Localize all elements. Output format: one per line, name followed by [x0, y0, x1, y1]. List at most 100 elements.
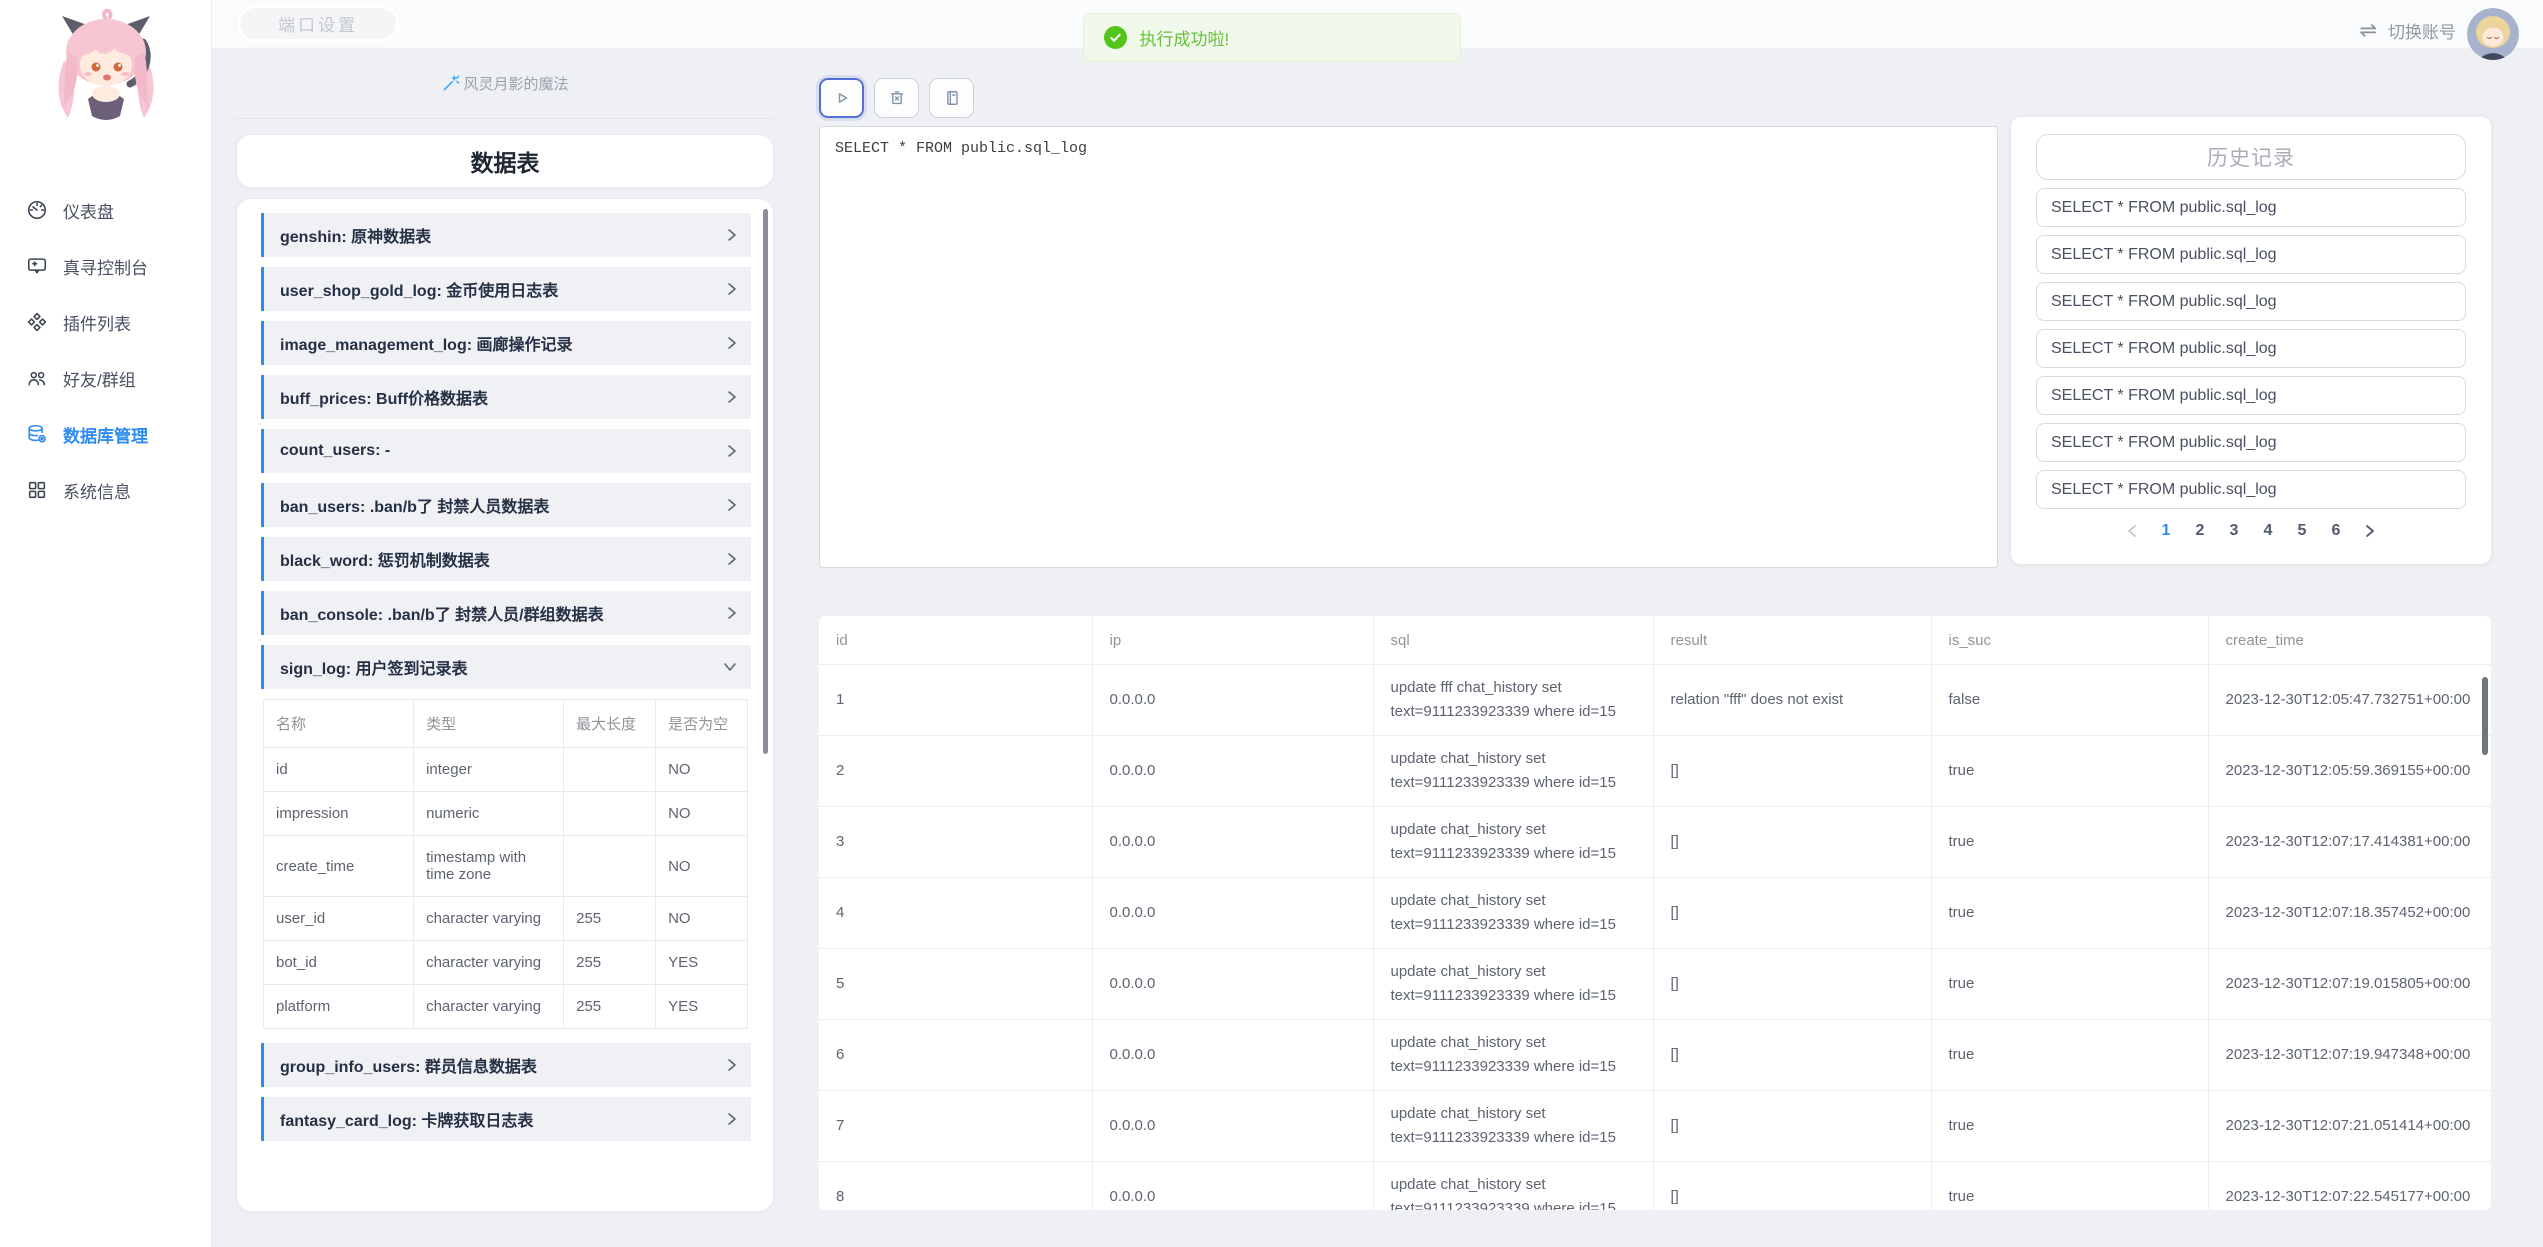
results-row: 2 0.0.0.0 update chat_history set text=9…	[819, 736, 2491, 807]
schema-cell-name: impression	[264, 792, 414, 836]
cell-id: 2	[819, 736, 1092, 807]
cell-is-suc: true	[1931, 736, 2208, 807]
user-avatar[interactable]	[2467, 8, 2519, 60]
table-list-item[interactable]: buff_prices: Buff价格数据表	[261, 375, 751, 419]
sidebar-item-label: 系统信息	[63, 478, 131, 503]
history-item[interactable]: SELECT * FROM public.sql_log	[2036, 470, 2466, 509]
magic-wand-icon	[441, 74, 460, 93]
pagination-page[interactable]: 5	[2285, 522, 2319, 540]
table-item-label: ban_users: .ban/b了 封禁人员数据表	[280, 493, 549, 517]
sidebar-item-friends-groups[interactable]: 好友/群组	[0, 350, 211, 406]
schema-cell-nullable: NO	[656, 836, 748, 897]
sql-editor[interactable]: SELECT * FROM public.sql_log	[819, 126, 1998, 568]
schema-row: create_time timestamp with time zone NO	[264, 836, 748, 897]
cell-id: 1	[819, 665, 1092, 736]
chevron-right-icon	[727, 1112, 737, 1126]
pagination-page[interactable]: 4	[2251, 522, 2285, 540]
history-title: 历史记录	[2207, 142, 2295, 172]
table-item-label: count_users: -	[280, 442, 390, 460]
results-col-id: id	[819, 616, 1092, 665]
results-row: 1 0.0.0.0 update fff chat_history set te…	[819, 665, 2491, 736]
pagination-page[interactable]: 6	[2319, 522, 2353, 540]
cell-is-suc: true	[1931, 949, 2208, 1020]
pagination-pages: 2 3 4 5 6	[2183, 522, 2353, 540]
table-list-item-expanded[interactable]: sign_log: 用户签到记录表	[261, 645, 751, 689]
sidebar-item-label: 数据库管理	[63, 422, 148, 447]
console-screen-icon	[26, 255, 48, 277]
table-list-item[interactable]: ban_users: .ban/b了 封禁人员数据表	[261, 483, 751, 527]
history-item-label: SELECT * FROM public.sql_log	[2051, 387, 2277, 405]
table-item-label: genshin: 原神数据表	[280, 223, 431, 247]
table-list-item[interactable]: black_word: 惩罚机制数据表	[261, 537, 751, 581]
results-col-is-suc: is_suc	[1931, 616, 2208, 665]
chevron-right-icon	[727, 444, 737, 458]
chevron-right-icon	[727, 498, 737, 512]
results-row: 4 0.0.0.0 update chat_history set text=9…	[819, 878, 2491, 949]
cell-id: 6	[819, 1020, 1092, 1091]
schema-row: id integer NO	[264, 748, 748, 792]
pagination-page-active[interactable]: 1	[2149, 522, 2183, 540]
copy-query-button[interactable]	[929, 78, 974, 118]
switch-account-control[interactable]: ⇌ 切换账号	[2359, 0, 2519, 60]
table-list-item[interactable]: image_management_log: 画廊操作记录	[261, 321, 751, 365]
run-query-button[interactable]	[819, 78, 864, 118]
table-list-item[interactable]: fantasy_card_log: 卡牌获取日志表	[261, 1097, 751, 1141]
pagination-prev-icon[interactable]	[2115, 524, 2149, 538]
results-row: 7 0.0.0.0 update chat_history set text=9…	[819, 1091, 2491, 1162]
schema-col-maxlen: 最大长度	[564, 700, 656, 748]
history-item[interactable]: SELECT * FROM public.sql_log	[2036, 235, 2466, 274]
results-scrollbar-thumb[interactable]	[2482, 677, 2488, 755]
schema-cell-nullable: NO	[656, 792, 748, 836]
cell-is-suc: true	[1931, 1020, 2208, 1091]
pagination-next-icon[interactable]	[2353, 524, 2387, 538]
results-col-sql: sql	[1373, 616, 1653, 665]
cell-result: []	[1653, 807, 1931, 878]
history-item[interactable]: SELECT * FROM public.sql_log	[2036, 329, 2466, 368]
results-col-ip: ip	[1092, 616, 1373, 665]
chevron-down-icon	[723, 662, 737, 672]
schema-cell-maxlen: 255	[564, 985, 656, 1029]
sidebar-item-plugins[interactable]: 插件列表	[0, 294, 211, 350]
cell-sql: update chat_history set text=91112339233…	[1373, 807, 1653, 878]
table-list-item[interactable]: group_info_users: 群员信息数据表	[261, 1043, 751, 1087]
table-list-item[interactable]: genshin: 原神数据表	[261, 213, 751, 257]
play-icon	[832, 88, 852, 108]
results-row: 5 0.0.0.0 update chat_history set text=9…	[819, 949, 2491, 1020]
cell-result: []	[1653, 949, 1931, 1020]
table-list-item[interactable]: ban_console: .ban/b了 封禁人员/群组数据表	[261, 591, 751, 635]
schema-cell-type: integer	[414, 748, 564, 792]
cell-is-suc: true	[1931, 1091, 2208, 1162]
cell-ip: 0.0.0.0	[1092, 736, 1373, 807]
schema-row: impression numeric NO	[264, 792, 748, 836]
history-title-box: 历史记录	[2036, 134, 2466, 180]
history-item[interactable]: SELECT * FROM public.sql_log	[2036, 282, 2466, 321]
history-item-label: SELECT * FROM public.sql_log	[2051, 293, 2277, 311]
cell-sql: update fff chat_history set text=9111233…	[1373, 665, 1653, 736]
chevron-right-icon	[727, 606, 737, 620]
pagination-page[interactable]: 2	[2183, 522, 2217, 540]
schema-cell-nullable: NO	[656, 897, 748, 941]
schema-cell-name: bot_id	[264, 941, 414, 985]
history-pagination: 1 2 3 4 5 6	[2036, 522, 2466, 540]
sidebar-item-database[interactable]: 数据库管理	[0, 406, 211, 462]
sidebar-item-system-info[interactable]: 系统信息	[0, 462, 211, 518]
table-item-label: buff_prices: Buff价格数据表	[280, 385, 488, 409]
schema-row: platform character varying 255 YES	[264, 985, 748, 1029]
cell-sql: update chat_history set text=91112339233…	[1373, 1162, 1653, 1211]
table-item-label: user_shop_gold_log: 金币使用日志表	[280, 277, 558, 301]
cell-id: 4	[819, 878, 1092, 949]
pagination-page[interactable]: 3	[2217, 522, 2251, 540]
tables-scrollbar-thumb[interactable]	[763, 209, 768, 754]
sidebar-item-console[interactable]: 真寻控制台	[0, 238, 211, 294]
table-list-item[interactable]: user_shop_gold_log: 金币使用日志表	[261, 267, 751, 311]
schema-cell-nullable: YES	[656, 985, 748, 1029]
port-settings-button[interactable]: 端口设置	[237, 5, 399, 42]
schema-col-name: 名称	[264, 700, 414, 748]
history-item[interactable]: SELECT * FROM public.sql_log	[2036, 423, 2466, 462]
bot-logo-illustration	[0, 0, 211, 138]
history-item[interactable]: SELECT * FROM public.sql_log	[2036, 188, 2466, 227]
history-item[interactable]: SELECT * FROM public.sql_log	[2036, 376, 2466, 415]
clear-query-button[interactable]	[874, 78, 919, 118]
sidebar-item-dashboard[interactable]: 仪表盘	[0, 182, 211, 238]
table-list-item[interactable]: count_users: -	[261, 429, 751, 473]
